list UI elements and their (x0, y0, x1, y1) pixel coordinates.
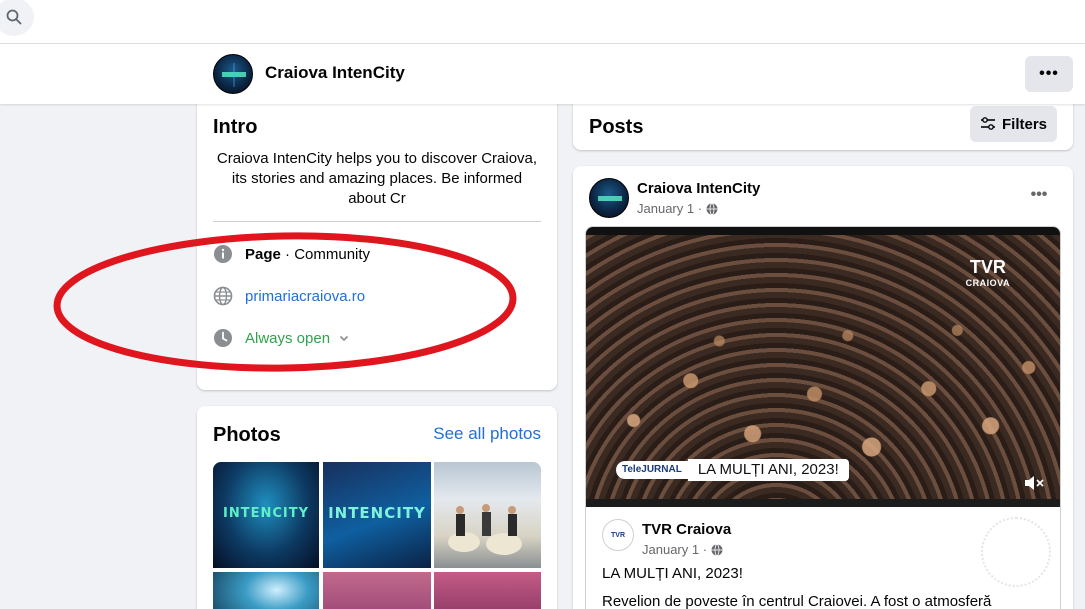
chevron-down-icon[interactable] (338, 332, 350, 344)
posts-heading: Posts (589, 116, 644, 138)
tvr-channel-logo: TVR CRAIOVA (965, 257, 1010, 291)
category-value: Community (294, 245, 371, 263)
hours-status[interactable]: Always open (245, 330, 330, 347)
filters-label: Filters (1001, 115, 1047, 133)
see-all-photos-link[interactable]: See all photos (433, 424, 541, 444)
search-button[interactable] (0, 0, 34, 36)
more-options-button[interactable]: ••• (1025, 56, 1073, 92)
hours-row[interactable]: Always open (213, 326, 350, 350)
page-header: Craiova IntenCity ••• (0, 44, 1085, 104)
category-label: Page (245, 245, 281, 263)
page-avatar[interactable] (213, 54, 253, 94)
photo-logo-text: INTENCITY (222, 506, 309, 521)
shared-post-text-line1: LA MULȚI ANI, 2023! (602, 565, 743, 582)
post-meta: January 1 · (637, 201, 718, 216)
shared-author-name[interactable]: TVR Craiova (642, 521, 731, 538)
post-author-name[interactable]: Craiova IntenCity (637, 180, 760, 197)
page-title[interactable]: Craiova IntenCity (265, 63, 405, 83)
tvr-avatar-text: TVR (611, 531, 625, 539)
tvr-craiova-avatar[interactable]: TVR (602, 519, 634, 551)
intencity-logo-icon (222, 63, 246, 87)
shared-post: TVR CRAIOVA TeleJURNAL LA MULȚI ANI, 202… (585, 226, 1061, 609)
channel-logo-sub: CRAIOVA (965, 278, 1010, 288)
photo-content (448, 504, 522, 555)
intro-description: Craiova IntenCity helps you to discover … (216, 150, 538, 207)
photo-thumbnail[interactable]: INTENCITY (213, 462, 319, 568)
telejurnal-badge: TeleJURNAL (616, 461, 688, 479)
intro-card: Intro Craiova IntenCity helps you to dis… (197, 96, 557, 390)
photo-logo-text: INTENCITY (328, 504, 426, 522)
posts-header-card: Posts Filters (573, 96, 1073, 150)
more-horizontal-icon: ••• (1039, 65, 1059, 82)
clock-icon (213, 328, 233, 348)
shared-post-text-line2: Revelion de poveste în centrul Craiovei.… (602, 593, 992, 609)
intencity-logo-icon (598, 196, 622, 201)
info-icon (213, 244, 233, 264)
filters-button[interactable]: Filters (970, 106, 1057, 142)
decorative-watermark (981, 517, 1051, 587)
shared-date[interactable]: January 1 · (642, 542, 707, 557)
intro-divider (213, 221, 541, 222)
website-row: primariacraiova.ro (213, 284, 365, 308)
category-separator: · (280, 245, 295, 263)
post-date[interactable]: January 1 · (637, 201, 702, 216)
photos-card: Photos See all photos INTENCITY INTENCIT… (197, 406, 557, 609)
website-link[interactable]: primariacraiova.ro (245, 288, 365, 305)
page-category-row: Page · Community (213, 242, 370, 266)
video-lower-third: TeleJURNAL LA MULȚI ANI, 2023! (616, 459, 849, 481)
photos-heading: Photos (213, 424, 281, 446)
globe-icon (213, 286, 233, 306)
mute-icon[interactable] (1022, 471, 1046, 495)
photo-thumbnail[interactable] (213, 572, 319, 609)
post-more-button[interactable]: ••• (1025, 186, 1053, 206)
post-author-avatar[interactable] (589, 178, 629, 218)
filters-icon (980, 117, 995, 130)
photo-thumbnail[interactable]: INTENCITY (323, 462, 431, 568)
shared-meta: January 1 · (642, 542, 723, 557)
search-icon (6, 9, 22, 25)
photo-thumbnail[interactable] (323, 572, 431, 609)
channel-logo-text: TVR (969, 257, 1006, 277)
photo-thumbnail[interactable] (434, 572, 541, 609)
post-card: Craiova IntenCity January 1 · ••• TVR CR… (573, 166, 1073, 609)
top-navigation-bar (0, 0, 1085, 44)
lower-third-text: LA MULȚI ANI, 2023! (687, 459, 849, 481)
globe-icon (706, 202, 718, 215)
video-progress-bar[interactable] (586, 499, 1060, 507)
photo-thumbnail[interactable] (434, 462, 541, 568)
globe-icon (711, 543, 723, 556)
video-player[interactable]: TVR CRAIOVA TeleJURNAL LA MULȚI ANI, 202… (586, 227, 1060, 507)
intro-heading: Intro (213, 116, 258, 138)
